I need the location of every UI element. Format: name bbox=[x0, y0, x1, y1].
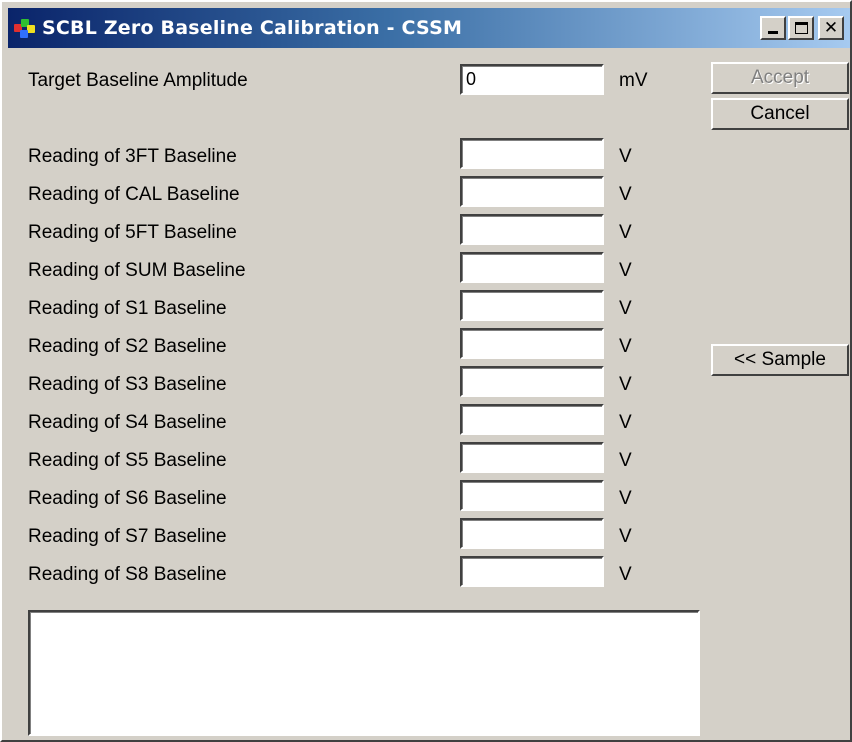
maximize-icon bbox=[795, 22, 808, 34]
reading-label: Reading of S1 Baseline bbox=[28, 298, 227, 319]
reading-label: Reading of SUM Baseline bbox=[28, 260, 246, 281]
reading-unit: V bbox=[619, 260, 632, 281]
reading-label: Reading of S7 Baseline bbox=[28, 526, 227, 547]
reading-unit: V bbox=[619, 336, 632, 357]
reading-s4-input[interactable] bbox=[460, 404, 604, 435]
accept-button[interactable]: Accept bbox=[711, 62, 849, 94]
reading-label: Reading of 3FT Baseline bbox=[28, 146, 237, 167]
minimize-icon bbox=[768, 31, 778, 34]
reading-label: Reading of CAL Baseline bbox=[28, 184, 240, 205]
reading-s8-input[interactable] bbox=[460, 556, 604, 587]
target-unit-label: mV bbox=[619, 70, 648, 91]
reading-s7-input[interactable] bbox=[460, 518, 604, 549]
dialog-body: Target Baseline Amplitude mV Accept Canc… bbox=[8, 52, 850, 738]
title-bar[interactable]: SCBL Zero Baseline Calibration - CSSM ✕ bbox=[8, 8, 850, 48]
reading-label: Reading of S3 Baseline bbox=[28, 374, 227, 395]
calibration-window: SCBL Zero Baseline Calibration - CSSM ✕ … bbox=[0, 0, 852, 742]
reading-unit: V bbox=[619, 222, 632, 243]
reading-label: Reading of 5FT Baseline bbox=[28, 222, 237, 243]
status-memo-box[interactable] bbox=[28, 610, 700, 736]
reading-unit: V bbox=[619, 146, 632, 167]
reading-3ft-input[interactable] bbox=[460, 138, 604, 169]
reading-cal-input[interactable] bbox=[460, 176, 604, 207]
window-title: SCBL Zero Baseline Calibration - CSSM bbox=[42, 17, 463, 39]
reading-unit: V bbox=[619, 412, 632, 433]
reading-label: Reading of S6 Baseline bbox=[28, 488, 227, 509]
reading-label: Reading of S8 Baseline bbox=[28, 564, 227, 585]
target-baseline-input[interactable] bbox=[460, 64, 604, 95]
maximize-button[interactable] bbox=[788, 16, 814, 40]
cancel-button[interactable]: Cancel bbox=[711, 98, 849, 130]
sample-button[interactable]: << Sample bbox=[711, 344, 849, 376]
reading-unit: V bbox=[619, 526, 632, 547]
reading-unit: V bbox=[619, 298, 632, 319]
reading-sum-input[interactable] bbox=[460, 252, 604, 283]
reading-5ft-input[interactable] bbox=[460, 214, 604, 245]
reading-unit: V bbox=[619, 488, 632, 509]
reading-unit: V bbox=[619, 450, 632, 471]
close-button[interactable]: ✕ bbox=[818, 16, 844, 40]
title-buttons: ✕ bbox=[760, 16, 844, 40]
reading-s1-input[interactable] bbox=[460, 290, 604, 321]
reading-s6-input[interactable] bbox=[460, 480, 604, 511]
minimize-button[interactable] bbox=[760, 16, 786, 40]
app-logo-icon bbox=[14, 17, 36, 39]
reading-label: Reading of S5 Baseline bbox=[28, 450, 227, 471]
reading-label: Reading of S4 Baseline bbox=[28, 412, 227, 433]
reading-unit: V bbox=[619, 564, 632, 585]
reading-s5-input[interactable] bbox=[460, 442, 604, 473]
reading-label: Reading of S2 Baseline bbox=[28, 336, 227, 357]
target-baseline-label: Target Baseline Amplitude bbox=[28, 70, 248, 91]
reading-unit: V bbox=[619, 184, 632, 205]
reading-s2-input[interactable] bbox=[460, 328, 604, 359]
reading-s3-input[interactable] bbox=[460, 366, 604, 397]
reading-unit: V bbox=[619, 374, 632, 395]
close-icon: ✕ bbox=[823, 17, 839, 38]
